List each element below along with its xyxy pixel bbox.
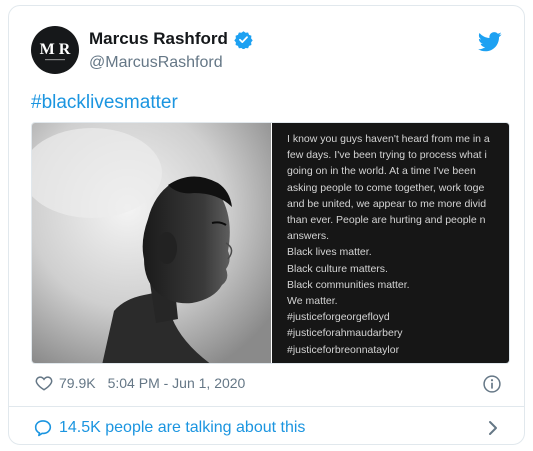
statement-line: and be united, we appear to me more divi…	[287, 197, 487, 210]
author-handle[interactable]: @MarcusRashford	[89, 54, 223, 72]
author-name-text: Marcus Rashford	[89, 29, 228, 48]
statement-line: We matter.	[287, 295, 338, 308]
comment-icon	[34, 420, 52, 437]
tweet-card: M R Marcus Rashford @MarcusRashford #bla…	[8, 5, 525, 445]
talking-label: 14.5K people are talking about this	[59, 419, 306, 436]
like-count[interactable]: 79.9K	[59, 375, 96, 391]
statement-line: #justiceforahmaudarbery	[287, 327, 403, 340]
statement-line: #justiceforgeorgefloyd	[287, 311, 390, 324]
divider	[9, 406, 524, 407]
statement-line: than ever. People are hurting and people…	[287, 214, 486, 227]
timestamp[interactable]: 5:04 PM - Jun 1, 2020	[108, 375, 246, 391]
statement-line: #justiceforbreonnataylor	[287, 343, 400, 356]
talking-link[interactable]: 14.5K people are talking about this	[33, 418, 305, 438]
statement-line: asking people to come together, work tog…	[287, 181, 485, 194]
portrait-photo	[32, 123, 271, 363]
statement-line: I know you guys haven't heard from me in…	[287, 133, 490, 145]
info-icon[interactable]	[482, 374, 502, 399]
svg-text:M R: M R	[40, 41, 71, 58]
author-name[interactable]: Marcus Rashford	[89, 29, 253, 49]
chevron-right-icon[interactable]	[486, 419, 500, 442]
avatar-logo: M R	[40, 41, 71, 61]
tweet-media[interactable]: I know you guys haven't heard from me in…	[31, 122, 510, 364]
tweet-meta: 79.9K 5:04 PM - Jun 1, 2020	[35, 374, 245, 392]
twitter-bird-icon[interactable]	[477, 32, 502, 57]
statement-line: Black culture matters.	[287, 262, 388, 275]
statement-line: going on in the world. At a time I've be…	[287, 165, 476, 178]
statement-line: Black lives matter.	[287, 246, 372, 259]
statement-line: answers.	[287, 230, 330, 243]
heart-icon[interactable]	[35, 374, 53, 392]
statement-line: few days. I've been trying to process wh…	[287, 149, 487, 162]
avatar[interactable]: M R	[31, 26, 79, 74]
statement-text: I know you guys haven't heard from me in…	[287, 131, 509, 358]
verified-badge-icon	[234, 30, 253, 49]
tweet-hashtag-link[interactable]: #blacklivesmatter	[31, 92, 178, 114]
statement-line: Black communities matter.	[287, 278, 410, 291]
statement-panel: I know you guys haven't heard from me in…	[272, 123, 509, 363]
